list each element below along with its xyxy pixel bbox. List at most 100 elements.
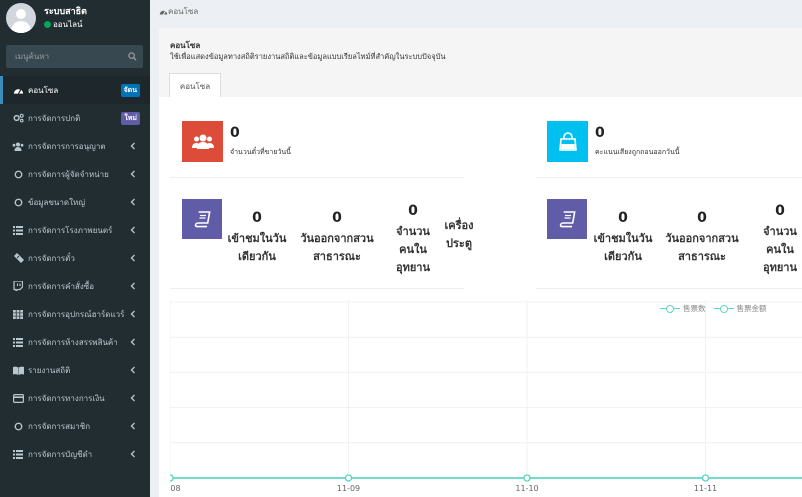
- chevron-left-icon: [128, 225, 138, 235]
- divider: [170, 288, 464, 289]
- data-point: [170, 474, 174, 482]
- chevron-left-icon: [128, 197, 138, 207]
- cogs-icon: [12, 113, 24, 123]
- legend-marker: [660, 304, 680, 314]
- divider: [536, 177, 802, 178]
- list-icon: [12, 337, 24, 347]
- sidebar-item[interactable]: การจัดการทางการเงิน: [0, 384, 150, 412]
- chevron-left-icon: [128, 281, 138, 291]
- stat-visits-today: 0 เข้าชมในวันเดียวกัน: [587, 206, 659, 266]
- book-icon: [12, 365, 24, 375]
- list-icon: [12, 449, 24, 459]
- sidebar-item[interactable]: การจัดการบัญชีดำ: [0, 440, 150, 468]
- sidebar: ระบบสาธิต ออนไลน์ คอนโซลจัดนการจัดการปกต…: [0, 0, 150, 497]
- stat-label: จำนวนคนในอุทยาน: [763, 225, 797, 274]
- info-icon-box: [547, 121, 588, 162]
- stat-value: 0: [697, 210, 707, 226]
- sidebar-item[interactable]: คอนโซล จัดน: [0, 76, 150, 104]
- sidebar-item[interactable]: รายงานสถิติ: [0, 356, 150, 384]
- chart-legend: 售票数 售票金额: [660, 303, 767, 314]
- stat-value: 0: [408, 203, 418, 219]
- x-tick-label: 11-09: [337, 484, 360, 493]
- content-header: คอนโซล ใช้เพื่อแสดงข้อมูลทางสถิติรายงานส…: [159, 28, 802, 98]
- legend-item-label[interactable]: 售票金额: [737, 303, 767, 314]
- stat-park-exit: 0 วันออกจากสวนสาธารณะ: [664, 206, 740, 266]
- stat-visits-today: 0 เข้าชมในวันเดียวกัน: [222, 206, 292, 266]
- page-subtitle: ใช้เพื่อแสดงข้อมูลทางสถิติรายงานสถิติและ…: [170, 52, 446, 61]
- sidebar-item[interactable]: การจัดการผู้จัดจำหน่าย: [0, 160, 150, 188]
- search-button[interactable]: [121, 45, 143, 68]
- stat-label: เข้าชมในวันเดียวกัน: [593, 232, 653, 263]
- chevron-left-icon: [128, 309, 138, 319]
- circle-icon: [12, 421, 24, 431]
- sidebar-item[interactable]: การจัดการการอนุญาต: [0, 132, 150, 160]
- search-input[interactable]: [6, 45, 121, 68]
- sidebar-item[interactable]: การจัดการสมาชิก: [0, 412, 150, 440]
- dashboard-icon: [12, 85, 24, 95]
- chevron-left-icon: [128, 393, 138, 403]
- chevron-left-icon: [128, 449, 138, 459]
- chevron-left-icon: [128, 141, 138, 151]
- info-box-votes-withdrawn: 0 คะแนนเสียงถูกถอนออกวันนี้: [547, 121, 802, 167]
- divider: [536, 288, 802, 289]
- circle-icon: [12, 197, 24, 207]
- sidebar-item[interactable]: การจัดการคำสั่งซื้อ: [0, 272, 150, 300]
- stat-label: วันออกจากสวนสาธารณะ: [665, 232, 739, 263]
- legend-item-label[interactable]: 售票数: [683, 303, 706, 314]
- stat-value: 0: [618, 210, 628, 226]
- stat-icon-box: [182, 199, 222, 239]
- data-point: [523, 474, 531, 482]
- info-label: จำนวนตั๋วที่ขายวันนี้: [230, 148, 291, 156]
- stat-value: 0: [775, 203, 785, 219]
- chevron-left-icon: [128, 337, 138, 347]
- divider: [170, 177, 464, 178]
- sidebar-item[interactable]: การจัดการอุปกรณ์ฮาร์ดแวร์: [0, 300, 150, 328]
- breadcrumb: คอนโซล: [159, 5, 198, 18]
- th-icon: [12, 309, 24, 319]
- list-icon: [12, 225, 24, 235]
- avatar[interactable]: [6, 3, 36, 33]
- info-box-tickets-sold: 0 จำนวนตั๋วที่ขายวันนี้: [182, 121, 482, 167]
- user-panel: ระบบสาธิต ออนไลน์: [0, 0, 150, 40]
- data-point: [701, 474, 710, 482]
- book-icon: [194, 211, 211, 228]
- credit-card-icon: [12, 393, 24, 403]
- stat-people-in-park: 0 จำนวนคนในอุทยาน: [392, 199, 434, 277]
- online-status-icon: [44, 21, 51, 28]
- breadcrumb-item[interactable]: คอนโซล: [168, 5, 198, 18]
- stat-park-exit: 0 วันออกจากสวนสาธารณะ: [299, 206, 375, 266]
- sidebar-badge: ใหม่: [121, 112, 140, 125]
- twitch-icon: [12, 281, 24, 291]
- dashboard-icon: [159, 10, 168, 15]
- stats-row-left: 0 เข้าชมในวันเดียวกัน 0 วันออกจากสวนสาธา…: [182, 199, 474, 287]
- stat-label: จำนวนคนในอุทยาน: [396, 225, 430, 274]
- x-tick-label: 11-10: [515, 484, 538, 493]
- sidebar-item[interactable]: การจัดการตั๋ว: [0, 244, 150, 272]
- x-tick-label: 11-11: [694, 484, 717, 493]
- info-value: 0: [595, 125, 605, 141]
- stat-people-in-park: 0 จำนวนคนในอุทยาน: [759, 199, 801, 277]
- stat-gate-machines: เครื่องประตู: [444, 217, 474, 253]
- users-icon: [12, 141, 24, 151]
- sidebar-item[interactable]: การจัดการปกติ ใหม่: [0, 104, 150, 132]
- sidebar-item[interactable]: ข้อมูลขนาดใหญ่: [0, 188, 150, 216]
- info-value: 0: [230, 125, 240, 141]
- stat-label: เครื่องประตู: [444, 219, 474, 250]
- tab-console[interactable]: คอนโซล: [169, 73, 221, 98]
- sidebar-item[interactable]: การจัดการห้างสรรพสินค้า: [0, 328, 150, 356]
- circle-icon: [12, 169, 24, 179]
- main-content: คอนโซล คอนโซล ใช้เพื่อแสดงข้อมูลทางสถิติ…: [150, 0, 802, 497]
- users-icon: [191, 134, 214, 149]
- sidebar-search: [6, 45, 143, 68]
- data-point: [344, 474, 353, 482]
- sidebar-item[interactable]: การจัดการโรงภาพยนตร์: [0, 216, 150, 244]
- stat-value: 0: [252, 210, 262, 226]
- chevron-left-icon: [128, 169, 138, 179]
- user-status-label: ออนไลน์: [53, 20, 83, 29]
- shopping-bag-icon: [558, 131, 577, 151]
- legend-marker: [713, 304, 734, 314]
- stat-label: เข้าชมในวันเดียวกัน: [227, 232, 287, 263]
- book-icon: [559, 211, 576, 228]
- info-icon-box: [182, 121, 223, 162]
- sidebar-menu: คอนโซล จัดน การจัดการปกติ ใหม่ การจัดการการอ…: [0, 76, 150, 468]
